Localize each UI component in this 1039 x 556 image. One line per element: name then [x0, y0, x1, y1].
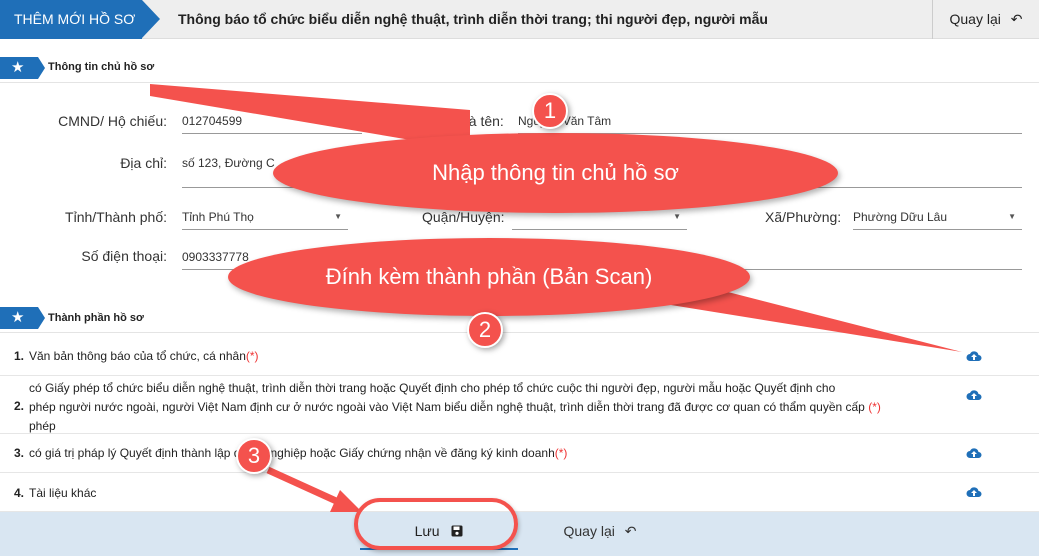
callout-3-arrow: [266, 466, 347, 509]
callout-1: Nhập thông tin chủ hồ sơ: [273, 133, 838, 213]
callout-2-text: Đính kèm thành phần (Bản Scan): [325, 264, 653, 289]
step-1-marker: 1: [532, 93, 568, 129]
callout-1-text: Nhập thông tin chủ hồ sơ: [432, 160, 679, 185]
save-button-highlight: [354, 498, 518, 550]
step-3-marker: 3: [236, 438, 272, 474]
callout-2: Đính kèm thành phần (Bản Scan): [228, 238, 750, 316]
step-2-marker: 2: [467, 312, 503, 348]
